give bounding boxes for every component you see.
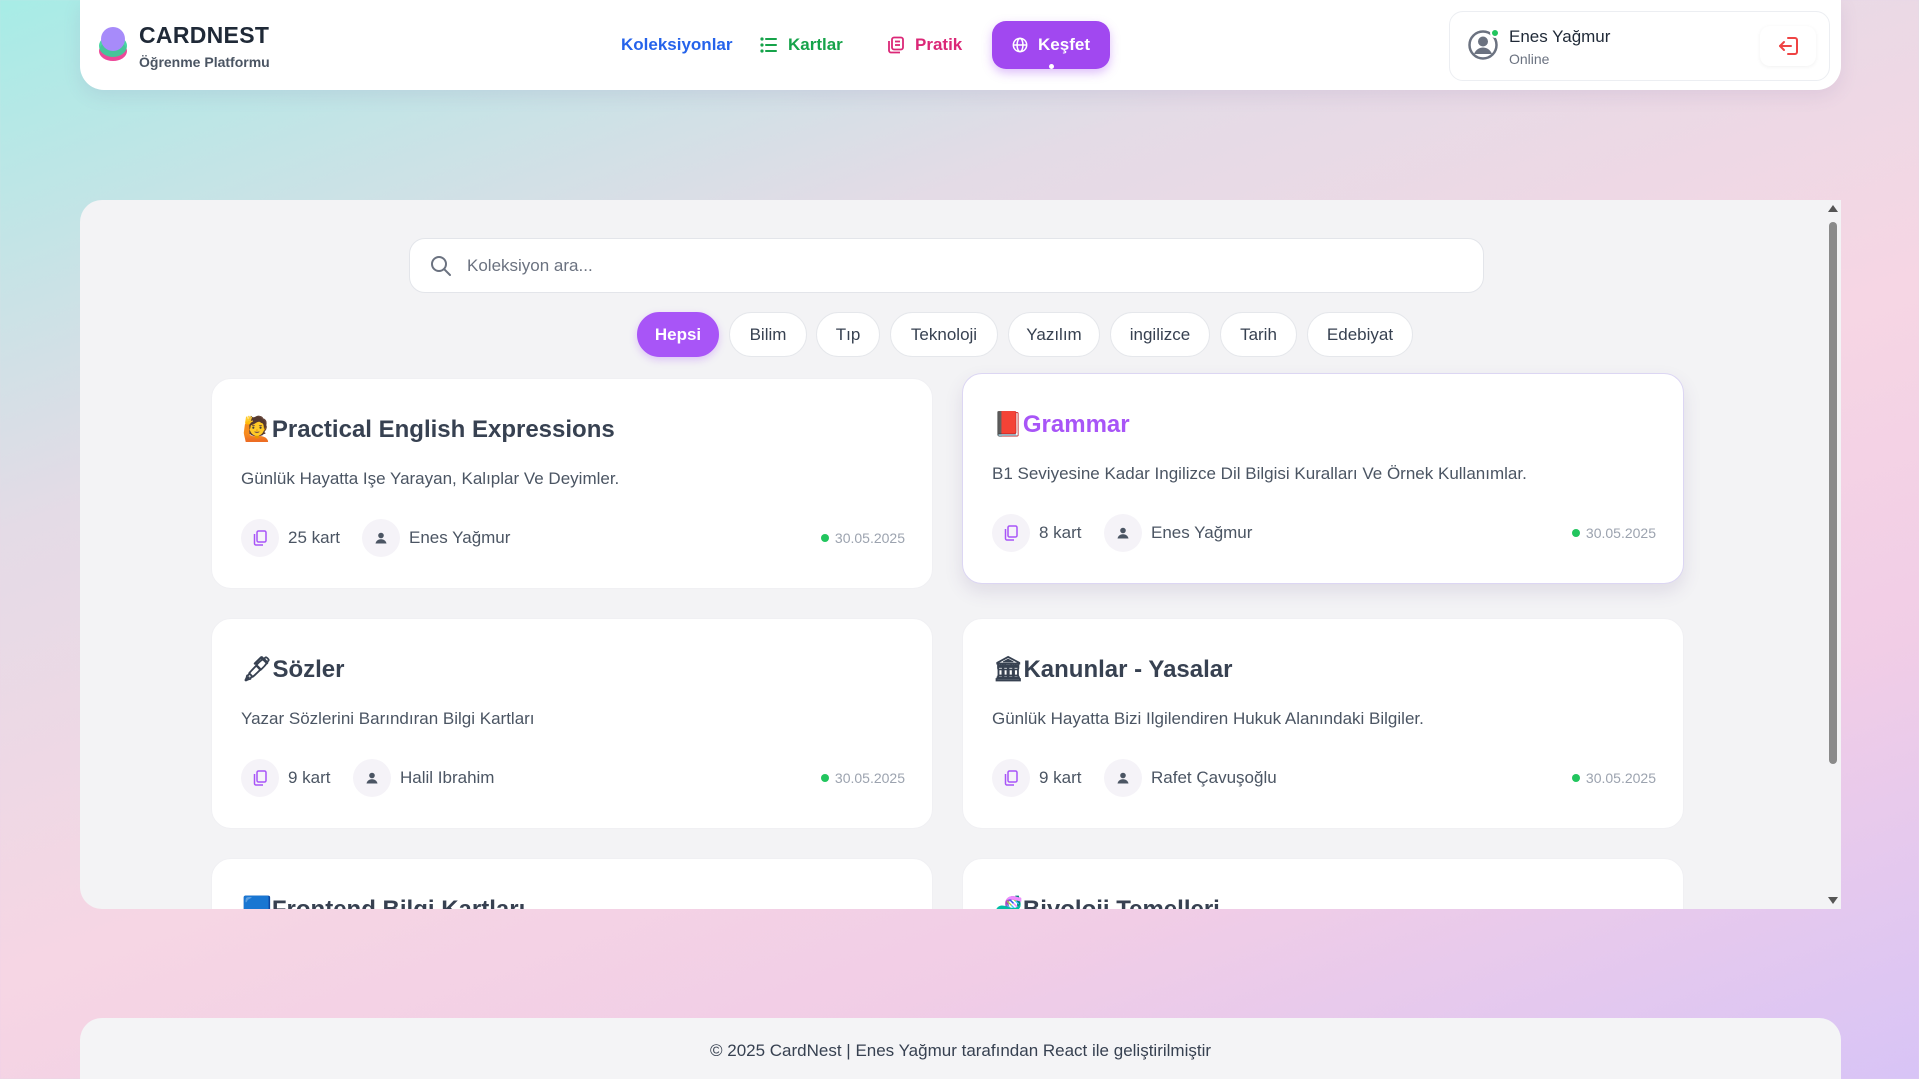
- collection-card[interactable]: 🧬Biyoloji Temelleri: [962, 858, 1684, 909]
- explore-panel: Hepsi Bilim Tıp Teknoloji Yazılım ingili…: [80, 200, 1841, 909]
- status-dot: [820, 534, 829, 542]
- logout-icon: [1779, 37, 1798, 55]
- filter-edebiyat[interactable]: Edebiyat: [1307, 312, 1413, 357]
- card-count: 9 kart: [1039, 768, 1082, 787]
- card-count-icon: [241, 519, 279, 557]
- cardnest-logo-icon[interactable]: [96, 24, 130, 64]
- nav-pratik[interactable]: Pratik: [867, 21, 982, 69]
- nav-label: Keşfet: [1038, 35, 1090, 54]
- card-date: 30.05.2025: [820, 770, 905, 786]
- card-count-icon: [241, 759, 279, 797]
- scroll-down-arrow-icon[interactable]: [1828, 897, 1838, 904]
- collection-card[interactable]: 📕Grammar B1 Seviyesine Kadar Ingilizce D…: [962, 373, 1684, 584]
- card-meta: 8 kart Enes Yağmur 30.05.2025: [992, 514, 1656, 552]
- footer-text: © 2025 CardNest | Enes Yağmur tarafından…: [709, 1041, 1212, 1060]
- card-title: 🖋Sözler: [242, 656, 345, 683]
- list-icon: [760, 37, 777, 53]
- card-meta: 9 kart Halil Ibrahim 30.05.2025: [241, 759, 905, 797]
- brand-subtitle: Öğrenme Platformu: [139, 54, 270, 70]
- card-title: 📕Grammar: [993, 411, 1130, 438]
- card-author: Enes Yağmur: [1151, 523, 1253, 542]
- card-emoji-icon: 🖋: [242, 656, 273, 683]
- card-description: B1 Seviyesine Kadar Ingilizce Dil Bilgis…: [992, 464, 1527, 483]
- user-name: Enes Yağmur: [1509, 27, 1611, 46]
- brand-name[interactable]: CARDNEST: [139, 22, 269, 49]
- footer: © 2025 CardNest | Enes Yağmur tarafından…: [80, 1018, 1841, 1079]
- search-icon: [431, 256, 451, 276]
- card-count: 9 kart: [288, 768, 331, 787]
- card-date: 30.05.2025: [820, 530, 905, 546]
- card-meta: 25 kart Enes Yağmur 30.05.2025: [241, 519, 905, 557]
- status-dot: [1571, 774, 1580, 782]
- card-date: 30.05.2025: [1571, 770, 1656, 786]
- card-date: 30.05.2025: [1571, 525, 1656, 541]
- filter-yazilim[interactable]: Yazılım: [1008, 312, 1100, 357]
- card-count: 8 kart: [1039, 523, 1082, 542]
- card-emoji-icon: 🧬: [993, 896, 1023, 909]
- globe-icon: [1012, 37, 1028, 53]
- card-author: Rafet Çavuşoğlu: [1151, 768, 1277, 787]
- nav-kesfet[interactable]: Keşfet: [992, 21, 1110, 69]
- filter-tip[interactable]: Tıp: [816, 312, 880, 357]
- nav-label: Pratik: [915, 35, 963, 54]
- active-indicator-dot: [1049, 64, 1054, 69]
- collection-card[interactable]: 🏛Kanunlar - Yasalar Günlük Hayatta Bizi …: [962, 618, 1684, 829]
- user-status: Online: [1509, 51, 1550, 67]
- card-author: Halil Ibrahim: [400, 768, 495, 787]
- scroll-up-arrow-icon[interactable]: [1828, 205, 1838, 212]
- nav-label: Kartlar: [788, 35, 843, 54]
- collection-card[interactable]: 🙋Practical English Expressions Günlük Ha…: [211, 378, 933, 589]
- user-profile-box: Enes Yağmur Online: [1449, 11, 1830, 81]
- card-title: 🏛Kanunlar - Yasalar: [993, 656, 1233, 683]
- nav-koleksiyonlar[interactable]: Koleksiyonlar: [601, 21, 753, 69]
- cards-icon: [888, 36, 904, 54]
- nav-kartlar[interactable]: Kartlar: [740, 21, 863, 69]
- filter-teknoloji[interactable]: Teknoloji: [890, 312, 998, 357]
- user-icon: [1104, 514, 1142, 552]
- card-title: 🙋Practical English Expressions: [242, 416, 615, 443]
- filter-hepsi[interactable]: Hepsi: [637, 312, 719, 357]
- card-count-icon: [992, 759, 1030, 797]
- filter-bilim[interactable]: Bilim: [729, 312, 807, 357]
- nav-label: Koleksiyonlar: [621, 35, 733, 54]
- logout-button[interactable]: [1760, 26, 1816, 66]
- collection-card[interactable]: 🟦Frontend Bilgi Kartları: [211, 858, 933, 909]
- top-navbar: CARDNEST Öğrenme Platformu Koleksiyonlar…: [80, 0, 1841, 90]
- card-emoji-icon: 🟦: [242, 896, 272, 909]
- online-status-dot: [1490, 28, 1500, 38]
- card-description: Günlük Hayatta Bizi Ilgilendiren Hukuk A…: [992, 709, 1424, 728]
- card-emoji-icon: 🏛: [993, 656, 1024, 683]
- collection-card[interactable]: 🖋Sözler Yazar Sözlerini Barındıran Bilgi…: [211, 618, 933, 829]
- card-count: 25 kart: [288, 528, 340, 547]
- card-count-icon: [992, 514, 1030, 552]
- status-dot: [820, 774, 829, 782]
- card-description: Yazar Sözlerini Barındıran Bilgi Kartlar…: [241, 709, 535, 728]
- card-author: Enes Yağmur: [409, 528, 511, 547]
- scrollbar[interactable]: [1825, 200, 1841, 909]
- search-bar: [409, 238, 1484, 293]
- user-icon: [353, 759, 391, 797]
- search-input[interactable]: [467, 239, 1467, 292]
- card-emoji-icon: 🙋: [242, 416, 272, 443]
- filter-tarih[interactable]: Tarih: [1220, 312, 1297, 357]
- user-icon: [362, 519, 400, 557]
- scroll-thumb[interactable]: [1829, 222, 1837, 764]
- user-icon: [1104, 759, 1142, 797]
- card-emoji-icon: 📕: [993, 411, 1023, 438]
- filter-ingilizce[interactable]: ingilizce: [1110, 312, 1210, 357]
- status-dot: [1571, 529, 1580, 537]
- card-title: 🟦Frontend Bilgi Kartları: [242, 895, 525, 909]
- card-meta: 9 kart Rafet Çavuşoğlu 30.05.2025: [992, 759, 1656, 797]
- card-title: 🧬Biyoloji Temelleri: [993, 895, 1220, 909]
- card-description: Günlük Hayatta Işe Yarayan, Kalıplar Ve …: [241, 469, 620, 488]
